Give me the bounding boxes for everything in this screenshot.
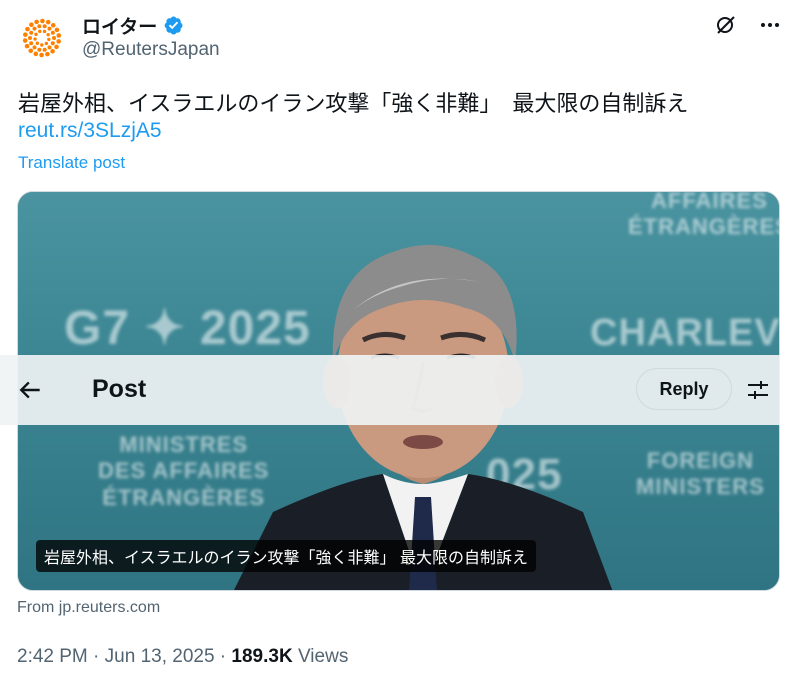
reuters-logo-icon: [22, 18, 62, 58]
translate-post-link[interactable]: Translate post: [18, 153, 125, 173]
views-label: Views: [292, 646, 349, 667]
avatar[interactable]: [20, 16, 64, 60]
account-name-row[interactable]: ロイター: [82, 12, 184, 39]
meta-separator: ·: [87, 646, 105, 667]
post-text: 岩屋外相、イスラエルのイラン攻撃「強く非難」 最大限の自制訴え: [18, 91, 689, 116]
reply-button[interactable]: Reply: [636, 368, 732, 410]
backdrop-text-right-upper: AFFAIRES ÉTRANGÈRES: [628, 191, 780, 240]
post-link[interactable]: reut.rs/3SLzjA5: [18, 119, 162, 143]
post-time[interactable]: 2:42 PM: [17, 646, 88, 667]
more-icon[interactable]: [757, 12, 783, 38]
media-caption: 岩屋外相、イスラエルのイラン攻撃「強く非難」 最大限の自制訴え: [36, 540, 536, 572]
link-source[interactable]: From jp.reuters.com: [17, 599, 160, 617]
post-date[interactable]: Jun 13, 2025: [105, 646, 215, 667]
post-top-actions: [713, 12, 783, 38]
header-title: Post: [92, 375, 147, 403]
settings-sliders-icon[interactable]: [746, 378, 770, 402]
account-handle[interactable]: @ReutersJapan: [82, 39, 220, 61]
post-page-header: Post Reply: [0, 355, 780, 425]
post-meta: 2:42 PM · Jun 13, 2025 · 189.3K Views: [17, 646, 348, 668]
back-arrow-icon[interactable]: [18, 377, 44, 403]
grok-icon[interactable]: [713, 12, 739, 38]
backdrop-text-right-lower: FOREIGN MINISTERS: [636, 448, 765, 500]
meta-separator: ·: [214, 646, 232, 667]
display-name[interactable]: ロイター: [82, 12, 157, 39]
verified-badge-icon: [163, 15, 184, 36]
views-count: 189.3K: [231, 646, 293, 667]
backdrop-text-charlevoix: CHARLEVOIX: [590, 312, 780, 354]
